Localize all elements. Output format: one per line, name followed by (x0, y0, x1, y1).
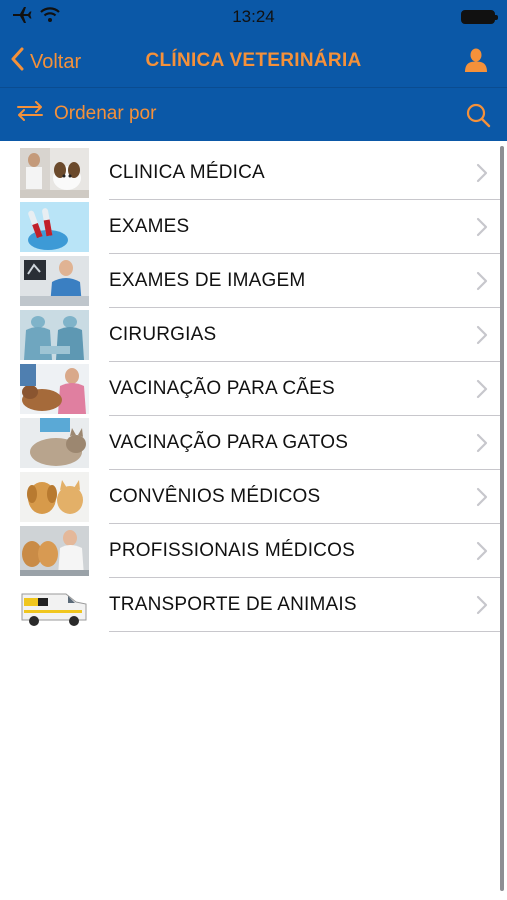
blood-test-thumbnail (20, 202, 89, 252)
chevron-right-icon (476, 487, 488, 512)
dog-vaccine-thumbnail (20, 364, 89, 414)
list-item-label: TRANSPORTE DE ANIMAIS (109, 594, 357, 615)
chevron-right-icon (476, 325, 488, 350)
list-item-label: VACINAÇÃO PARA GATOS (109, 432, 349, 453)
status-time: 13:24 (232, 7, 275, 26)
scrollbar[interactable] (500, 146, 504, 891)
cat-vaccine-thumbnail (20, 418, 89, 468)
list-item-convenios-medicos[interactable]: CONVÊNIOS MÉDICOS (0, 470, 500, 524)
chevron-right-icon (476, 595, 488, 620)
xray-thumbnail (20, 256, 89, 306)
page-title: CLÍNICA VETERINÁRIA (145, 50, 362, 71)
list-item-label: CIRURGIAS (109, 324, 217, 345)
chevron-right-icon (476, 217, 488, 242)
ambulance-van-thumbnail (20, 580, 89, 630)
swap-arrows-icon (16, 101, 44, 127)
list-item-clinica-medica[interactable]: CLINICA MÉDICA (0, 146, 500, 200)
chevron-right-icon (476, 271, 488, 296)
row-divider (109, 631, 500, 632)
list-item-cirurgias[interactable]: CIRURGIAS (0, 308, 500, 362)
list-item-label: VACINAÇÃO PARA CÃES (109, 378, 335, 399)
list-item-exames[interactable]: EXAMES (0, 200, 500, 254)
chevron-right-icon (476, 541, 488, 566)
list-item-vacinacao-caes[interactable]: VACINAÇÃO PARA CÃES (0, 362, 500, 416)
list-item-label: EXAMES DE IMAGEM (109, 270, 306, 291)
status-bar: 13:24 (0, 0, 507, 35)
list-item-vacinacao-gatos[interactable]: VACINAÇÃO PARA GATOS (0, 416, 500, 470)
battery-icon (461, 10, 498, 24)
chevron-right-icon (476, 379, 488, 404)
sort-button[interactable]: Ordenar por (16, 101, 156, 127)
chevron-right-icon (476, 433, 488, 458)
list-item-exames-de-imagem[interactable]: EXAMES DE IMAGEM (0, 254, 500, 308)
list-item-label: EXAMES (109, 216, 190, 237)
chevron-right-icon (476, 163, 488, 188)
list-item-transporte-animais[interactable]: TRANSPORTE DE ANIMAIS (0, 578, 500, 632)
navigation-bar: Voltar CLÍNICA VETERINÁRIA (0, 35, 507, 87)
sort-bar: Ordenar por (0, 87, 507, 141)
clinic-dog-thumbnail (20, 148, 89, 198)
list-item-label: PROFISSIONAIS MÉDICOS (109, 540, 355, 561)
user-icon[interactable] (465, 48, 487, 77)
search-icon[interactable] (465, 102, 491, 133)
list-item-profissionais-medicos[interactable]: PROFISSIONAIS MÉDICOS (0, 524, 500, 578)
sort-label: Ordenar por (54, 103, 157, 124)
category-list: CLINICA MÉDICA EXAMES EXAMES DE IMAGEM C… (0, 146, 500, 632)
list-item-label: CLINICA MÉDICA (109, 162, 265, 183)
list-item-label: CONVÊNIOS MÉDICOS (109, 486, 321, 507)
pets-thumbnail (20, 472, 89, 522)
surgery-thumbnail (20, 310, 89, 360)
vets-with-dogs-thumbnail (20, 526, 89, 576)
